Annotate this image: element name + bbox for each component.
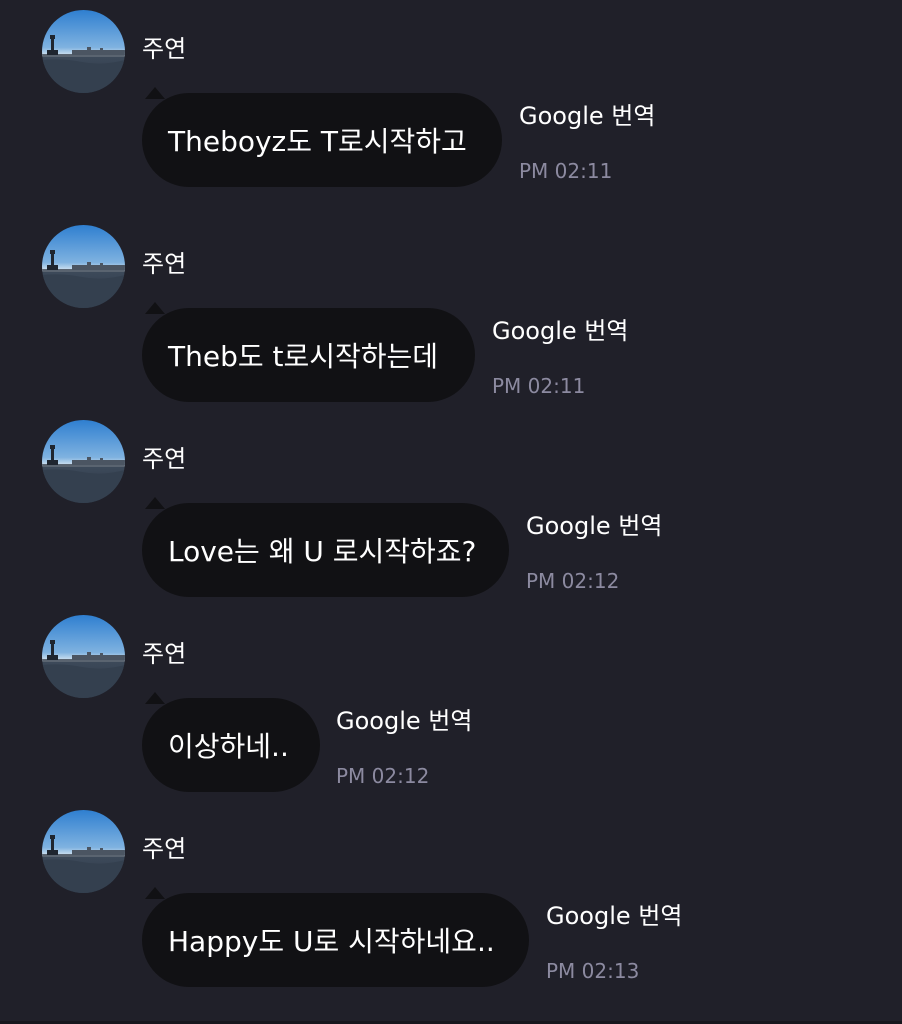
- google-translate-button[interactable]: Google 번역: [519, 100, 655, 132]
- message-bubble[interactable]: 이상하네..: [142, 692, 320, 792]
- message-timestamp: PM 02:11: [492, 374, 586, 398]
- chat-message: 주연 Happy도 U로 시작하네요.. Google 번역 PM 02:13: [0, 800, 902, 995]
- message-timestamp: PM 02:12: [336, 764, 430, 788]
- city-skyline-image: [42, 420, 125, 503]
- sender-name: 주연: [142, 835, 187, 863]
- google-translate-button[interactable]: Google 번역: [526, 510, 662, 542]
- sender-name: 주연: [142, 640, 187, 668]
- sender-name: 주연: [142, 35, 187, 63]
- message-timestamp: PM 02:13: [546, 959, 640, 983]
- sender-name: 주연: [142, 250, 187, 278]
- message-bubble[interactable]: Happy도 U로 시작하네요..: [142, 887, 529, 987]
- chat-message: 주연 이상하네.. Google 번역 PM 02:12: [0, 605, 902, 800]
- city-skyline-image: [42, 810, 125, 893]
- message-bubble[interactable]: Theboyz도 T로시작하고: [142, 87, 502, 187]
- avatar[interactable]: [42, 810, 125, 893]
- google-translate-button[interactable]: Google 번역: [336, 705, 472, 737]
- message-timestamp: PM 02:12: [526, 569, 620, 593]
- city-skyline-image: [42, 615, 125, 698]
- chat-message: 주연 Theboyz도 T로시작하고 Google 번역 PM 02:11: [0, 0, 902, 195]
- chat-message: 주연 Theb도 t로시작하는데 Google 번역 PM 02:11: [0, 215, 902, 410]
- message-bubble[interactable]: Love는 왜 U 로시작하죠?: [142, 497, 509, 597]
- avatar[interactable]: [42, 225, 125, 308]
- sender-name: 주연: [142, 445, 187, 473]
- city-skyline-image: [42, 225, 125, 308]
- message-bubble[interactable]: Theb도 t로시작하는데: [142, 302, 475, 402]
- message-timestamp: PM 02:11: [519, 159, 613, 183]
- avatar[interactable]: [42, 10, 125, 93]
- google-translate-button[interactable]: Google 번역: [546, 900, 682, 932]
- city-skyline-image: [42, 10, 125, 93]
- avatar[interactable]: [42, 615, 125, 698]
- google-translate-button[interactable]: Google 번역: [492, 315, 628, 347]
- avatar[interactable]: [42, 420, 125, 503]
- chat-message: 주연 Love는 왜 U 로시작하죠? Google 번역 PM 02:12: [0, 410, 902, 605]
